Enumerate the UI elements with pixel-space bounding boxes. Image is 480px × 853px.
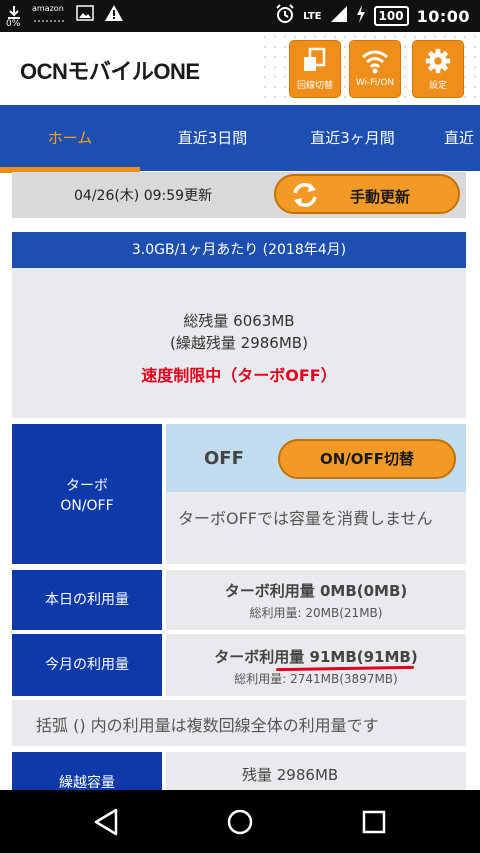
- status-bar-system: LTE 100 10:00: [275, 4, 470, 28]
- charging-icon: [356, 5, 366, 27]
- image-icon: [76, 5, 94, 24]
- today-turbo-usage: ターボ利用量 0MB(0MB): [224, 582, 408, 600]
- update-bar: 04/26(木) 09:59更新 手動更新: [12, 172, 466, 218]
- line-switch-label: 回線切替: [296, 81, 333, 91]
- wifi-icon: [362, 50, 388, 74]
- manual-update-label: 手動更新: [350, 188, 411, 206]
- clock: 10:00: [416, 6, 470, 26]
- recent-apps-icon[interactable]: [358, 808, 390, 836]
- download-status-icon: 0%: [6, 6, 22, 29]
- total-remaining: 総残量 6063MB: [183, 312, 295, 330]
- turbo-control: OFF ON/OFF切替: [166, 424, 466, 492]
- month-total-usage: 総利用量: 2741MB(3897MB): [234, 672, 398, 686]
- today-usage-label: 本日の利用量: [12, 570, 162, 630]
- plan-title: 3.0GB/1ヶ月あたり (2018年4月): [12, 232, 466, 268]
- summary-box: 総残量 6063MB (繰越残量 2986MB) 速度制限中（ターボOFF）: [12, 268, 466, 418]
- speed-limit-alert: 速度制限中（ターボOFF）: [141, 366, 337, 385]
- turbo-toggle-button[interactable]: ON/OFF切替: [278, 439, 456, 479]
- tab-bar: ホーム 直近3日間 直近3ヶ月間 直近: [0, 105, 480, 173]
- tab-recent[interactable]: 直近: [444, 105, 480, 171]
- back-icon[interactable]: [90, 808, 122, 836]
- refresh-icon: [293, 183, 317, 207]
- line-switch-button[interactable]: 回線切替: [289, 40, 341, 98]
- tab-home[interactable]: ホーム: [0, 105, 140, 171]
- carryover-label: 繰越容量: [12, 752, 162, 791]
- turbo-description: ターボOFFでは容量を消費しません: [166, 492, 466, 564]
- today-usage-cell: ターボ利用量 0MB(0MB) 総利用量: 20MB(21MB): [166, 570, 466, 630]
- gear-icon: [425, 48, 451, 74]
- carryover-remaining-value: 残量 2986MB: [242, 766, 339, 784]
- warning-icon: [104, 4, 124, 25]
- amazon-label: amazon: [32, 4, 64, 13]
- manual-update-button[interactable]: 手動更新: [274, 174, 460, 214]
- status-percent: 0%: [6, 19, 21, 29]
- app-header: OCNモバイルONE 回線切替 Wi-Fi/ON 設定: [0, 32, 480, 105]
- network-type: LTE: [303, 10, 322, 22]
- signal-icon: [330, 5, 348, 27]
- today-total-usage: 総利用量: 20MB(21MB): [249, 606, 383, 620]
- turbo-state: OFF: [204, 448, 244, 469]
- month-usage-label: 今月の利用量: [12, 634, 162, 696]
- month-usage-cell: ターボ利用量 91MB(91MB) 総利用量: 2741MB(3897MB): [166, 634, 466, 696]
- app-logo: OCNモバイルONE: [20, 59, 200, 84]
- status-bar: 0% amazon LTE 100 10:00: [0, 0, 480, 32]
- turbo-label-line2: ON/OFF: [60, 498, 114, 514]
- settings-button[interactable]: 設定: [412, 40, 464, 98]
- last-updated-time: 04/26(木) 09:59更新: [74, 188, 213, 204]
- tab-last-3-months[interactable]: 直近3ヶ月間: [285, 105, 420, 171]
- carryover-remaining: (繰越残量 2986MB): [170, 334, 308, 352]
- navigation-bar: [0, 790, 480, 853]
- amazon-icon: amazon: [32, 4, 66, 25]
- turbo-label-line1: ターボ: [66, 478, 108, 494]
- settings-label: 設定: [428, 81, 447, 91]
- alarm-icon: [275, 4, 295, 28]
- status-bar-notifications: 0% amazon: [6, 4, 124, 29]
- wifi-button[interactable]: Wi-Fi/ON: [349, 40, 401, 98]
- tab-last-3-days[interactable]: 直近3日間: [140, 105, 285, 171]
- sim-switch-icon: [304, 47, 326, 71]
- usage-note: 括弧 () 内の利用量は複数回線全体の利用量です: [12, 700, 466, 746]
- month-turbo-usage: ターボ利用量 91MB(91MB): [214, 648, 418, 666]
- wifi-label: Wi-Fi/ON: [355, 78, 395, 88]
- carryover-cell: 残量 2986MB: [166, 752, 466, 790]
- battery-level: 100: [373, 6, 409, 26]
- home-icon[interactable]: [224, 808, 256, 836]
- turbo-label: ターボ ON/OFF: [12, 424, 162, 564]
